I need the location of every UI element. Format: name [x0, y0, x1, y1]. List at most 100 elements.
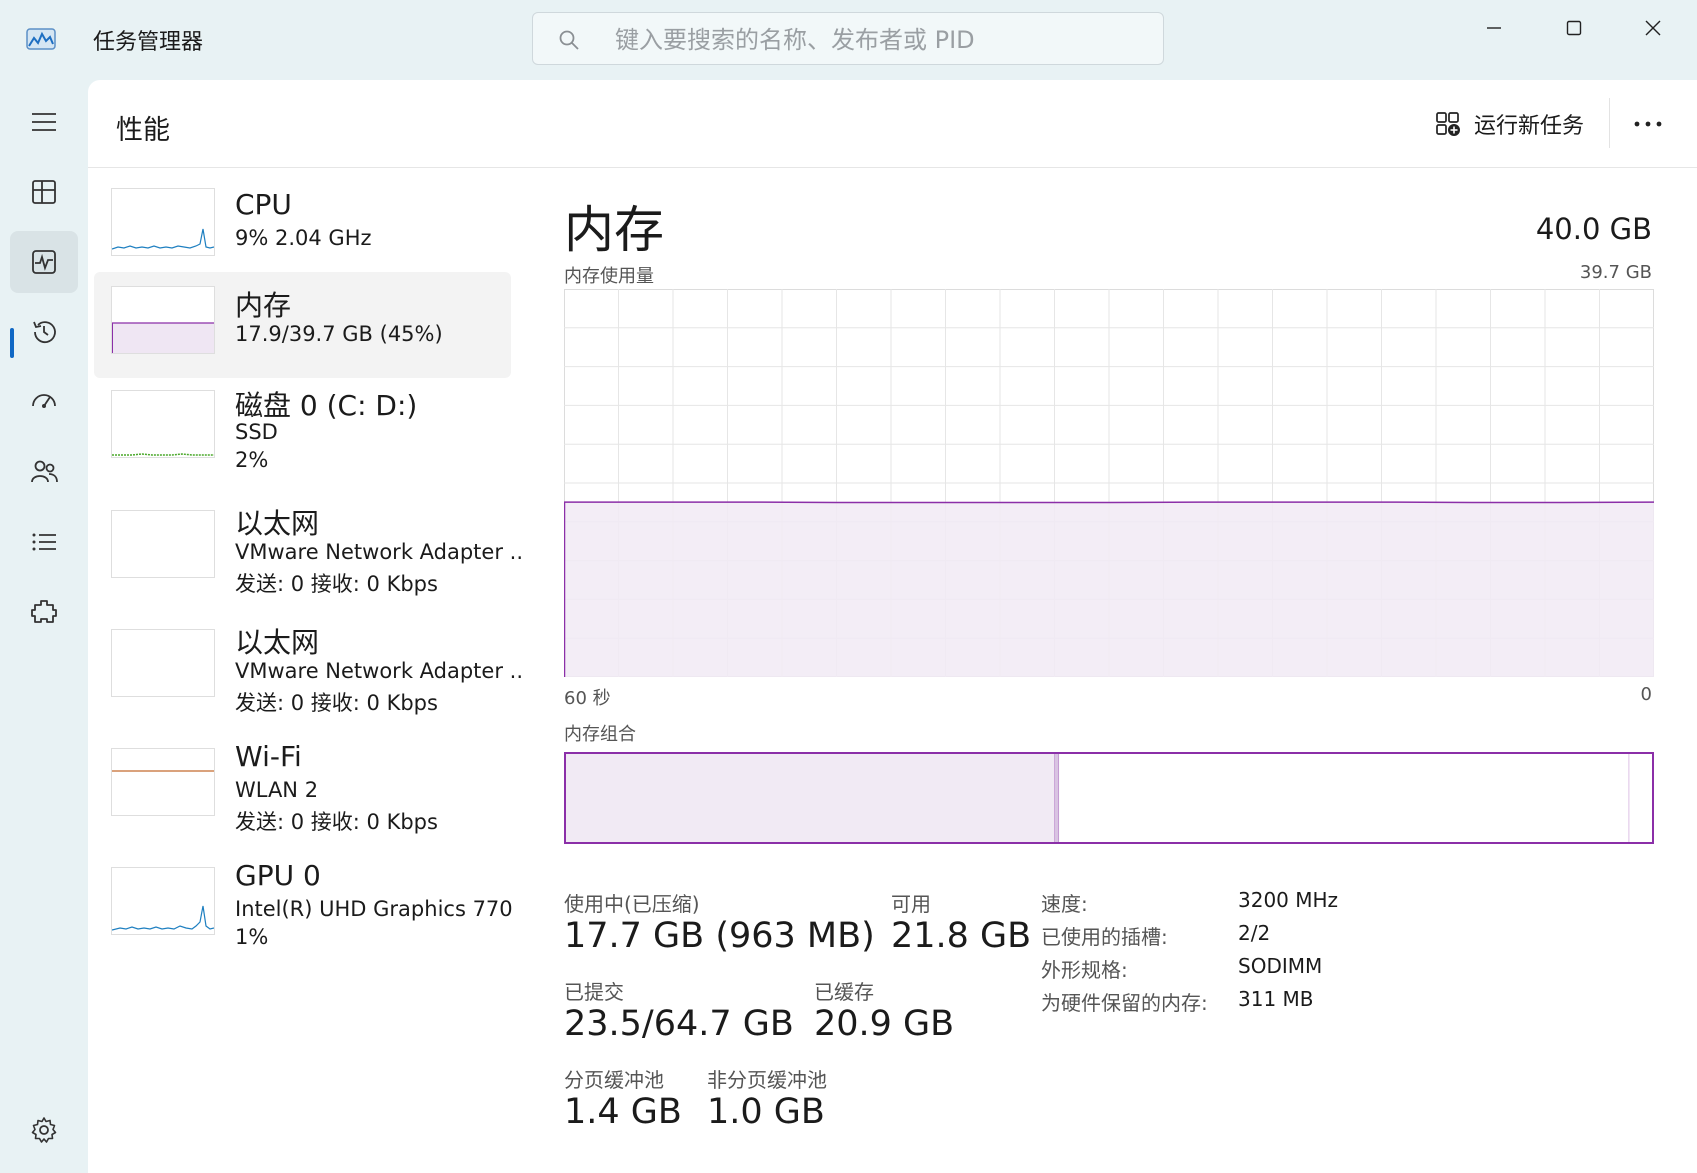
chart-time-left: 60 秒 — [564, 688, 611, 709]
memory-sparkline — [112, 322, 214, 353]
nav-processes[interactable] — [10, 161, 78, 223]
resource-item-wifi[interactable]: Wi-Fi WLAN 2 发送: 0 接收: 0 Kbps — [94, 736, 511, 842]
nonpaged-pool-label: 非分页缓冲池 — [707, 1068, 827, 1092]
item-subtitle: Intel(R) UHD Graphics 770 — [235, 897, 513, 921]
resource-item-disk[interactable]: 磁盘 0 (C: D:) SSD 2% — [94, 378, 511, 484]
cached-value: 20.9 GB — [814, 1004, 955, 1044]
resource-item-memory[interactable]: 内存 17.9/39.7 GB (45%) — [94, 272, 511, 378]
item-title: CPU — [235, 188, 292, 221]
composition-standby — [1059, 754, 1630, 842]
usage-chart-max: 39.7 GB — [1579, 262, 1652, 283]
search-icon — [557, 28, 581, 52]
composition-label: 内存组合 — [564, 724, 636, 745]
nav-settings[interactable] — [10, 1099, 78, 1161]
more-icon — [1634, 121, 1662, 127]
ethernet-1-thumbnail — [111, 510, 215, 578]
minimize-icon — [1487, 27, 1501, 29]
nav-performance[interactable] — [10, 231, 78, 293]
item-subtitle: 17.9/39.7 GB (45%) — [235, 322, 443, 346]
minimize-button[interactable] — [1469, 8, 1519, 48]
item-detail: 发送: 0 接收: 0 Kbps — [235, 691, 438, 715]
page-title: 性能 — [116, 115, 170, 146]
item-title: 内存 — [235, 289, 292, 322]
users-icon — [31, 460, 58, 483]
item-detail: 发送: 0 接收: 0 Kbps — [235, 810, 438, 834]
close-button[interactable] — [1628, 8, 1678, 48]
wifi-thumbnail — [111, 748, 215, 816]
composition-free — [1629, 754, 1652, 842]
item-subtitle: 9% 2.04 GHz — [235, 226, 372, 250]
item-title: 磁盘 0 (C: D:) — [235, 389, 418, 422]
search-input[interactable] — [613, 21, 1137, 59]
close-icon — [1645, 20, 1661, 36]
more-options-button[interactable] — [1623, 102, 1673, 146]
nav-details[interactable] — [10, 511, 78, 573]
disk-thumbnail — [111, 390, 215, 458]
item-subtitle: WLAN 2 — [235, 778, 319, 802]
details-icon — [32, 533, 56, 551]
resource-item-ethernet-2[interactable]: 以太网 VMware Network Adapter .. 发送: 0 接收: … — [94, 617, 523, 723]
speed-value: 3200 MHz — [1238, 888, 1339, 912]
item-title: 以太网 — [235, 626, 320, 659]
hamburger-menu-icon — [32, 113, 56, 131]
detail-title: 内存 — [564, 201, 664, 259]
total-memory: 40.0 GB — [1535, 212, 1652, 246]
maximize-button[interactable] — [1549, 8, 1599, 48]
disk-sparkline — [112, 453, 214, 456]
item-subtitle: SSD — [235, 420, 278, 444]
item-detail: 1% — [235, 925, 269, 949]
processes-icon — [32, 180, 56, 204]
memory-usage-chart — [564, 289, 1654, 677]
nonpaged-pool-value: 1.0 GB — [707, 1092, 825, 1132]
memory-usage-area — [564, 502, 1654, 677]
composition-modified — [1054, 754, 1060, 842]
item-title: 以太网 — [235, 507, 320, 540]
hardware-reserved-value: 311 MB — [1238, 987, 1314, 1011]
memory-thumbnail — [111, 286, 215, 354]
slots-value: 2/2 — [1238, 921, 1271, 945]
paged-pool-label: 分页缓冲池 — [564, 1068, 664, 1092]
resource-item-cpu[interactable]: CPU 9% 2.04 GHz — [94, 176, 511, 282]
search-box[interactable] — [532, 12, 1164, 65]
header-separator — [88, 167, 1697, 168]
in-use-value: 17.7 GB (963 MB) — [564, 916, 875, 956]
services-icon — [31, 600, 57, 623]
navigation-bar — [0, 80, 88, 1173]
nav-startup-apps[interactable] — [10, 371, 78, 433]
cpu-sparkline — [112, 228, 214, 250]
resource-item-ethernet-1[interactable]: 以太网 VMware Network Adapter .. 发送: 0 接收: … — [94, 498, 523, 604]
chart-time-right: 0 — [1640, 684, 1652, 705]
cached-label: 已缓存 — [814, 980, 874, 1004]
form-factor-label: 外形规格: — [1041, 958, 1128, 982]
run-new-task-button[interactable]: 运行新任务 — [1434, 102, 1584, 146]
settings-icon — [31, 1117, 57, 1143]
run-new-task-label: 运行新任务 — [1474, 114, 1585, 139]
app-title: 任务管理器 — [93, 30, 204, 55]
nav-menu-button[interactable] — [10, 91, 78, 153]
committed-value: 23.5/64.7 GB — [564, 1004, 794, 1044]
title-bar: 任务管理器 — [0, 0, 1697, 80]
nav-services[interactable] — [10, 581, 78, 643]
form-factor-value: SODIMM — [1238, 954, 1323, 978]
nav-app-history[interactable] — [10, 301, 78, 363]
item-detail: 发送: 0 接收: 0 Kbps — [235, 572, 438, 596]
resource-item-gpu[interactable]: GPU 0 Intel(R) UHD Graphics 770 1% — [94, 855, 513, 961]
header-divider — [1609, 98, 1610, 148]
cpu-thumbnail — [111, 188, 215, 256]
paged-pool-value: 1.4 GB — [564, 1092, 682, 1132]
maximize-icon — [1566, 20, 1582, 36]
speed-label: 速度: — [1041, 892, 1088, 916]
app-history-icon — [33, 321, 56, 344]
new-task-icon — [1436, 112, 1460, 136]
item-title: Wi-Fi — [235, 740, 302, 773]
item-title: GPU 0 — [235, 859, 321, 892]
available-value: 21.8 GB — [891, 916, 1032, 956]
nav-users[interactable] — [10, 441, 78, 503]
task-manager-icon — [26, 26, 56, 52]
hardware-reserved-label: 为硬件保留的内存: — [1041, 991, 1208, 1015]
in-use-label: 使用中(已压缩) — [564, 892, 700, 916]
item-subtitle: VMware Network Adapter .. — [235, 659, 523, 683]
memory-composition-bar — [564, 752, 1654, 844]
ethernet-2-thumbnail — [111, 629, 215, 697]
committed-label: 已提交 — [564, 980, 624, 1004]
